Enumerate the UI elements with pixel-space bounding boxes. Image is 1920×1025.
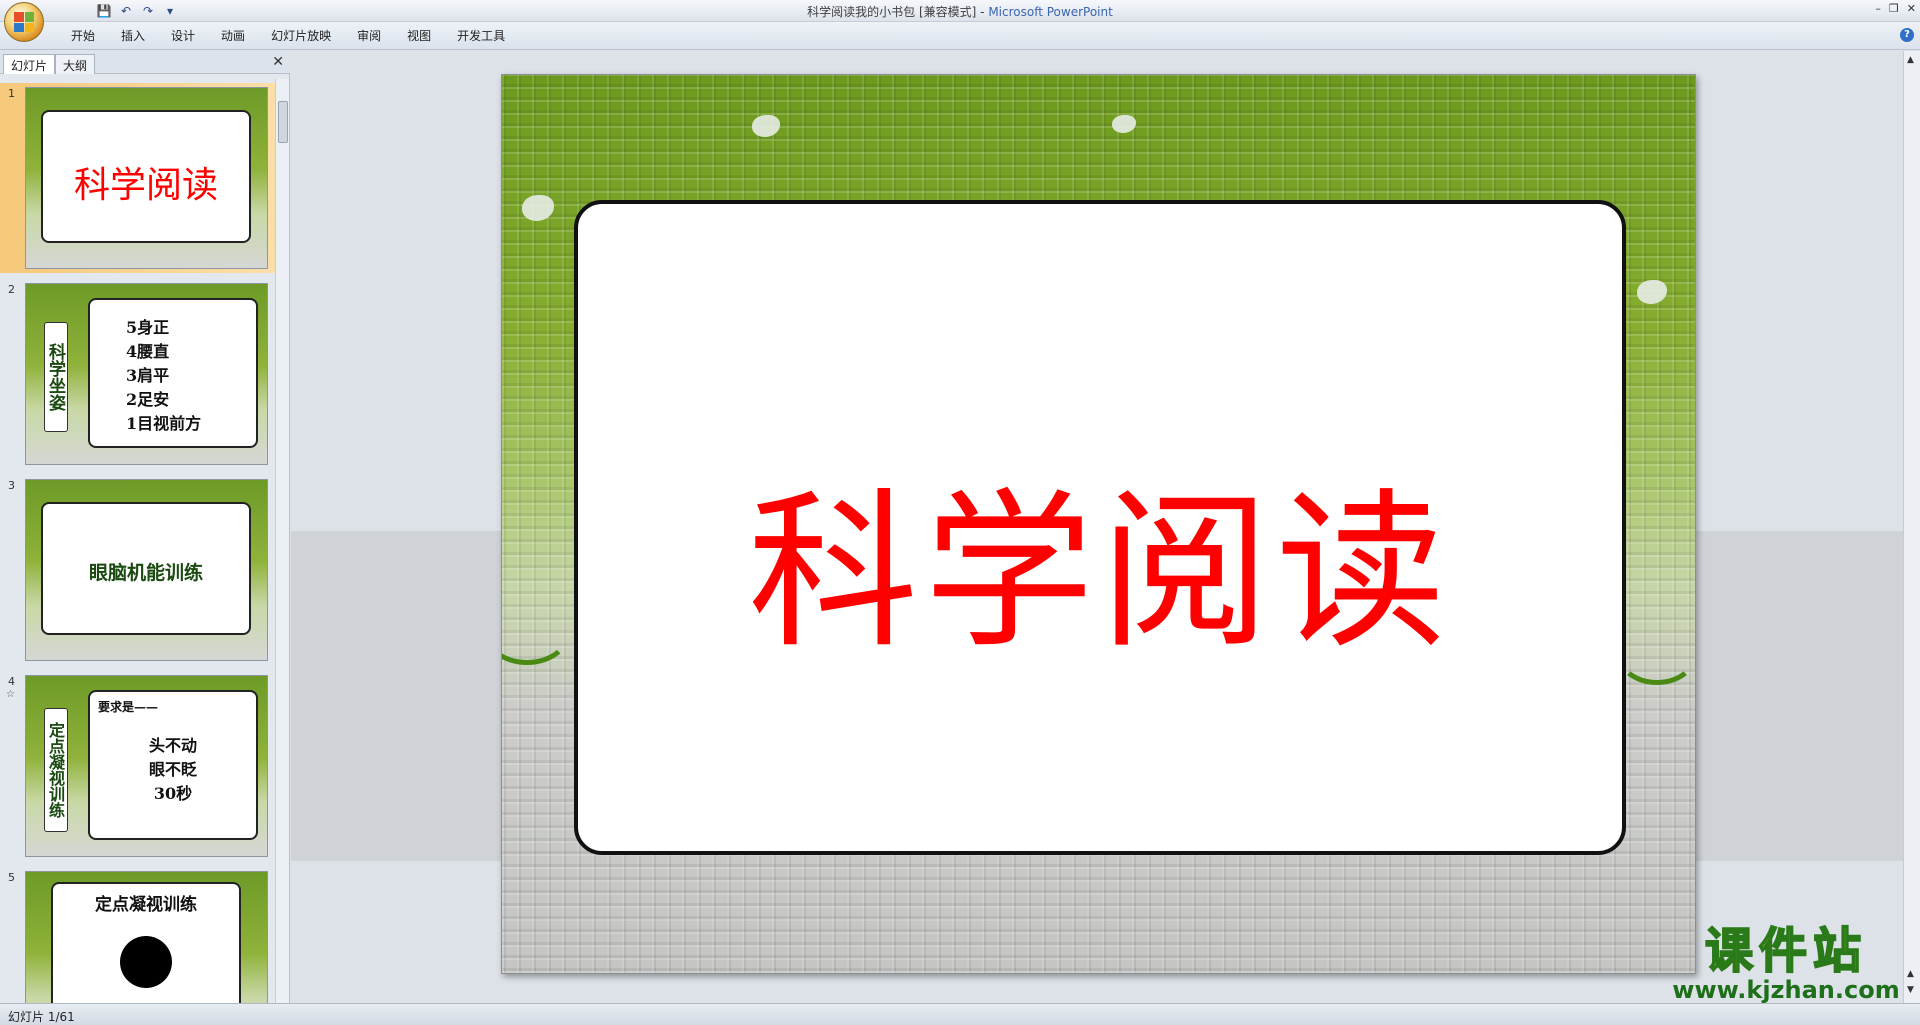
status-bar: 幻灯片 1/61 — [0, 1003, 1920, 1025]
slide-title[interactable]: 科学阅读 — [578, 434, 1622, 680]
thumbnail-scrollbar[interactable] — [275, 79, 289, 1003]
thumbnail-line: 3肩平 — [126, 366, 170, 385]
slide-number: 4 — [8, 675, 15, 688]
watermark-text: 课件站 — [1704, 923, 1867, 979]
tab-outline[interactable]: 大纲 — [55, 54, 96, 74]
document-name: 科学阅读我的小书包 [兼容模式] — [807, 5, 977, 19]
tab-insert[interactable]: 插入 — [108, 28, 158, 44]
thumbnail-row[interactable]: 4 ☆ 定点凝视训练 要求是—— 头不动 眼不眨 30秒 — [0, 671, 276, 861]
thumbnail-line: 头不动 — [148, 736, 197, 755]
slide-number: 5 — [8, 871, 15, 884]
slide-number: 2 — [8, 283, 15, 296]
thumbnail-heading: 要求是—— — [98, 700, 159, 714]
scroll-up-icon[interactable]: ▲ — [1907, 55, 1914, 65]
tab-view[interactable]: 视图 — [394, 28, 444, 44]
editor-scrollbar[interactable]: ▲ ▲ ▼ — [1903, 51, 1920, 1003]
next-slide-icon[interactable]: ▼ — [1907, 985, 1914, 995]
thumbnail-line: 2足安 — [126, 390, 170, 409]
slide-thumbnail[interactable]: 眼脑机能训练 — [25, 479, 268, 661]
slide-number: 1 — [8, 87, 15, 100]
tab-animations[interactable]: 动画 — [208, 28, 258, 44]
watermark-url: www.kjzhan.com — [1672, 976, 1900, 1004]
animation-star-icon: ☆ — [6, 689, 15, 700]
office-button[interactable] — [4, 2, 44, 42]
title-bar: 💾 ↶ ↷ ▾ 科学阅读我的小书包 [兼容模式] - Microsoft Pow… — [0, 0, 1920, 42]
scrollbar-thumb[interactable] — [278, 101, 288, 143]
thumbnail-row[interactable]: 1 科学阅读 — [0, 83, 276, 273]
restore-button[interactable]: ❐ — [1889, 2, 1899, 15]
thumbnail-title: 科学阅读 — [73, 165, 218, 206]
tab-home[interactable]: 开始 — [58, 28, 108, 44]
watermark-logo: 课件站 www.kjzhan.com — [1668, 923, 1904, 1004]
thumbnail-title: 眼脑机能训练 — [88, 562, 203, 584]
thumbnail-line: 1目视前方 — [126, 414, 202, 433]
window-title: 科学阅读我的小书包 [兼容模式] - Microsoft PowerPoint — [807, 5, 1113, 19]
thumbnail-row[interactable]: 3 眼脑机能训练 — [0, 475, 276, 665]
close-button[interactable]: ✕ — [1907, 2, 1916, 15]
window-controls: – ❐ ✕ — [1875, 2, 1916, 15]
tab-developer[interactable]: 开发工具 — [444, 28, 518, 44]
black-dot — [120, 936, 172, 988]
slide-content-card[interactable]: 科学阅读 — [574, 200, 1626, 855]
thumbnail-title: 定点凝视训练 — [95, 895, 197, 915]
slide-counter: 幻灯片 1/61 — [8, 1010, 75, 1024]
tab-slides[interactable]: 幻灯片 — [3, 54, 56, 74]
close-icon[interactable]: ✕ — [272, 54, 284, 70]
slide-thumbnail[interactable]: 科学坐姿 5身正 4腰直 3肩平 2足安 1目视前方 — [25, 283, 268, 465]
tab-slideshow[interactable]: 幻灯片放映 — [258, 28, 344, 44]
slide-thumbnail[interactable]: 科学阅读 — [25, 87, 268, 269]
decor-vine — [1617, 625, 1695, 685]
slides-panel: 幻灯片 大纲 ✕ 1 科学阅读 2 科学坐姿 5身正 4腰直 3肩平 2足安 1… — [0, 51, 290, 1003]
thumbnail-line: 眼不眨 — [148, 760, 197, 779]
current-slide[interactable]: 科学阅读 — [501, 74, 1696, 974]
thumbnail-line: 5身正 — [126, 318, 170, 337]
office-logo-icon — [14, 12, 34, 32]
prev-slide-icon[interactable]: ▲ — [1907, 969, 1914, 979]
tab-review[interactable]: 审阅 — [344, 28, 394, 44]
slide-number: 3 — [8, 479, 15, 492]
thumbnail-line: 4腰直 — [126, 342, 170, 361]
thumbnail-side-label: 定点凝视训练 — [44, 708, 68, 832]
thumbnail-row[interactable]: 5 定点凝视训练 — [0, 867, 276, 1003]
ribbon-tabs: 开始 插入 设计 动画 幻灯片放映 审阅 视图 开发工具 ? — [0, 22, 1920, 50]
slide-editor: 科学阅读 — [291, 51, 1903, 1003]
app-name: Microsoft PowerPoint — [988, 5, 1113, 19]
slide-thumbnail[interactable]: 定点凝视训练 — [25, 871, 268, 1003]
thumbnail-row[interactable]: 2 科学坐姿 5身正 4腰直 3肩平 2足安 1目视前方 — [0, 279, 276, 469]
panel-tabs: 幻灯片 大纲 ✕ — [0, 51, 290, 74]
thumbnail-line: 30秒 — [153, 784, 193, 803]
minimize-button[interactable]: – — [1875, 2, 1881, 15]
thumbnail-list: 1 科学阅读 2 科学坐姿 5身正 4腰直 3肩平 2足安 1目视前方 3 眼脑… — [0, 79, 276, 1003]
thumbnail-side-label: 科学坐姿 — [44, 322, 68, 432]
slide-thumbnail[interactable]: 定点凝视训练 要求是—— 头不动 眼不眨 30秒 — [25, 675, 268, 857]
help-icon[interactable]: ? — [1900, 28, 1914, 42]
tab-design[interactable]: 设计 — [158, 28, 208, 44]
